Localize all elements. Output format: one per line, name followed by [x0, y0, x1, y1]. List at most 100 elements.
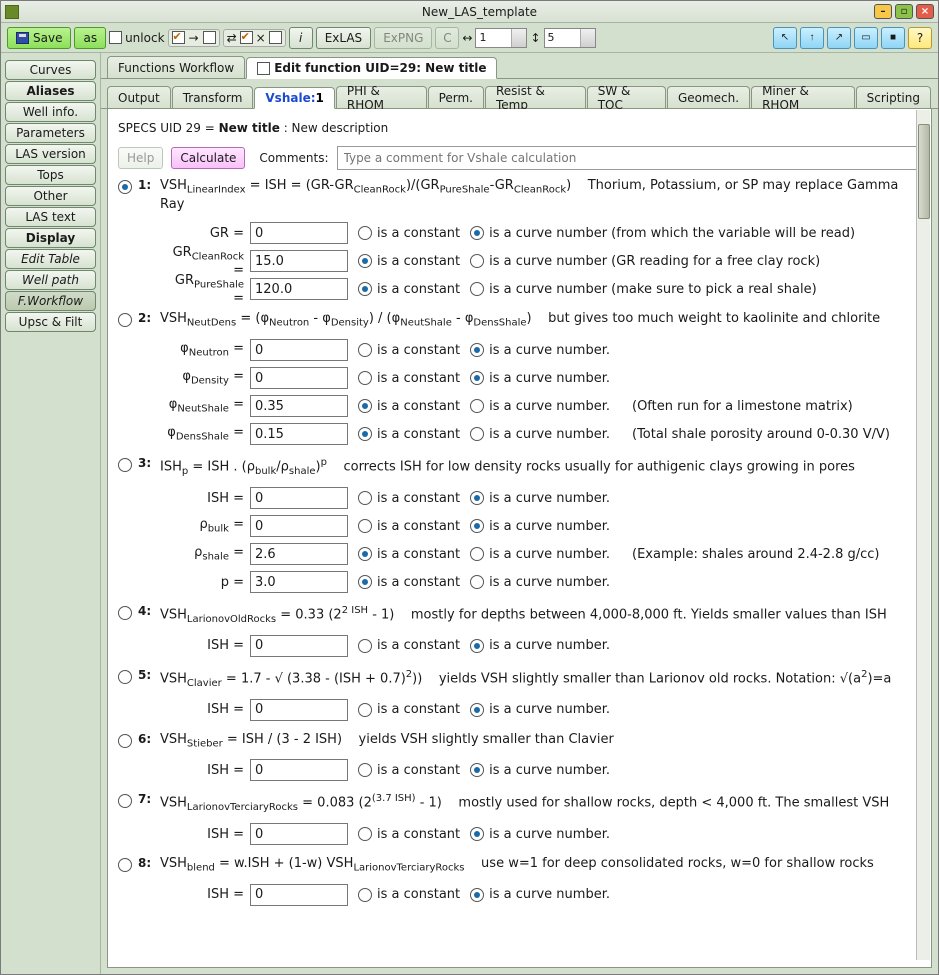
exlas-button[interactable]: ExLAS — [316, 27, 371, 49]
param-input[interactable] — [250, 699, 348, 721]
sidebar-curves[interactable]: Curves — [5, 60, 96, 80]
comments-input[interactable] — [337, 146, 922, 170]
maximize-button[interactable]: ▫ — [895, 4, 913, 19]
arrow-nw-button[interactable]: ↖ — [773, 27, 797, 49]
scrollbar-thumb[interactable] — [918, 124, 930, 219]
param-input[interactable] — [250, 339, 348, 361]
const-radio[interactable] — [358, 575, 372, 589]
sidebar-parameters[interactable]: Parameters — [5, 123, 96, 143]
method-7-radio[interactable] — [118, 794, 132, 808]
curve-radio[interactable] — [470, 399, 484, 413]
curve-radio[interactable] — [470, 343, 484, 357]
method-1-radio[interactable] — [118, 180, 132, 194]
sidebar-tops[interactable]: Tops — [5, 165, 96, 185]
param-input[interactable] — [250, 884, 348, 906]
info-button[interactable]: i — [289, 27, 313, 49]
param-input[interactable] — [250, 759, 348, 781]
calculate-button[interactable]: Calculate — [171, 147, 245, 169]
method-8-radio[interactable] — [118, 858, 132, 872]
toggle2-checkbox[interactable] — [203, 31, 216, 44]
sidebar-edittable[interactable]: Edit Table — [5, 249, 96, 269]
tab-edit-function[interactable]: Edit function UID=29: New title — [246, 57, 497, 79]
subtab-minerrhom[interactable]: Miner & RHOM — [751, 86, 855, 108]
const-radio[interactable] — [358, 519, 372, 533]
param-input[interactable] — [250, 395, 348, 417]
const-radio[interactable] — [358, 282, 372, 296]
toggle1-checkbox[interactable] — [172, 31, 185, 44]
curve-radio[interactable] — [470, 371, 484, 385]
method-4-radio[interactable] — [118, 606, 132, 620]
param-input[interactable] — [250, 543, 348, 565]
const-radio[interactable] — [358, 763, 372, 777]
vert-spinbox[interactable]: 5 — [544, 28, 596, 48]
const-radio[interactable] — [358, 371, 372, 385]
method-3-radio[interactable] — [118, 458, 132, 472]
curve-radio[interactable] — [470, 575, 484, 589]
sidebar-display[interactable]: Display — [5, 228, 96, 248]
subtab-geomech[interactable]: Geomech. — [667, 86, 750, 108]
sidebar-upscfilt[interactable]: Upsc & Filt — [5, 312, 96, 332]
const-radio[interactable] — [358, 399, 372, 413]
const-radio[interactable] — [358, 226, 372, 240]
save-as-button[interactable]: as — [74, 27, 106, 49]
const-radio[interactable] — [358, 427, 372, 441]
param-input[interactable] — [250, 250, 348, 272]
subtab-vshale1[interactable]: Vshale:1 — [254, 87, 334, 109]
sidebar-wellpath[interactable]: Well path — [5, 270, 96, 290]
subtab-scripting[interactable]: Scripting — [856, 86, 931, 108]
curve-radio[interactable] — [470, 254, 484, 268]
param-input[interactable] — [250, 823, 348, 845]
param-input[interactable] — [250, 635, 348, 657]
curve-radio[interactable] — [470, 703, 484, 717]
minimize-button[interactable]: – — [874, 4, 892, 19]
subtab-phirhom[interactable]: PHI & RHOM — [336, 86, 427, 108]
curve-radio[interactable] — [470, 827, 484, 841]
toggle4-checkbox[interactable] — [269, 31, 282, 44]
subtab-swtoc[interactable]: SW & TOC — [587, 86, 666, 108]
curve-radio[interactable] — [470, 888, 484, 902]
curve-radio[interactable] — [470, 547, 484, 561]
save-button[interactable]: Save — [7, 27, 71, 49]
arrow-ne-button[interactable]: ↗ — [827, 27, 851, 49]
curve-radio[interactable] — [470, 427, 484, 441]
subtab-resisttemp[interactable]: Resist & Temp — [485, 86, 586, 108]
method-5-radio[interactable] — [118, 670, 132, 684]
subtab-output[interactable]: Output — [107, 86, 171, 108]
const-radio[interactable] — [358, 254, 372, 268]
curve-radio[interactable] — [470, 226, 484, 240]
curve-radio[interactable] — [470, 282, 484, 296]
tab-functions-workflow[interactable]: Functions Workflow — [107, 56, 245, 78]
const-radio[interactable] — [358, 547, 372, 561]
sidebar-wellinfo[interactable]: Well info. — [5, 102, 96, 122]
curve-radio[interactable] — [470, 519, 484, 533]
param-input[interactable] — [250, 571, 348, 593]
param-input[interactable] — [250, 487, 348, 509]
param-input[interactable] — [250, 367, 348, 389]
const-radio[interactable] — [358, 491, 372, 505]
sidebar-other[interactable]: Other — [5, 186, 96, 206]
help-button[interactable]: ? — [908, 27, 932, 49]
arrow-up-button[interactable]: ↑ — [800, 27, 824, 49]
edit-tab-checkbox[interactable] — [257, 62, 270, 75]
param-input[interactable] — [250, 423, 348, 445]
sidebar-fworkflow[interactable]: F.Workflow — [5, 291, 96, 311]
subtab-transform[interactable]: Transform — [172, 86, 254, 108]
method-6-radio[interactable] — [118, 734, 132, 748]
const-radio[interactable] — [358, 888, 372, 902]
stop-button[interactable]: ■ — [881, 27, 905, 49]
horiz-spinbox[interactable]: 1 — [475, 28, 527, 48]
curve-radio[interactable] — [470, 639, 484, 653]
window-button[interactable]: ▭ — [854, 27, 878, 49]
unlock-checkbox[interactable] — [109, 31, 122, 44]
param-input[interactable] — [250, 222, 348, 244]
close-button[interactable]: × — [916, 4, 934, 19]
const-radio[interactable] — [358, 639, 372, 653]
const-radio[interactable] — [358, 827, 372, 841]
param-input[interactable] — [250, 515, 348, 537]
scrollbar[interactable] — [916, 110, 930, 960]
curve-radio[interactable] — [470, 763, 484, 777]
subtab-perm[interactable]: Perm. — [428, 86, 484, 108]
curve-radio[interactable] — [470, 491, 484, 505]
const-radio[interactable] — [358, 343, 372, 357]
param-input[interactable] — [250, 278, 348, 300]
